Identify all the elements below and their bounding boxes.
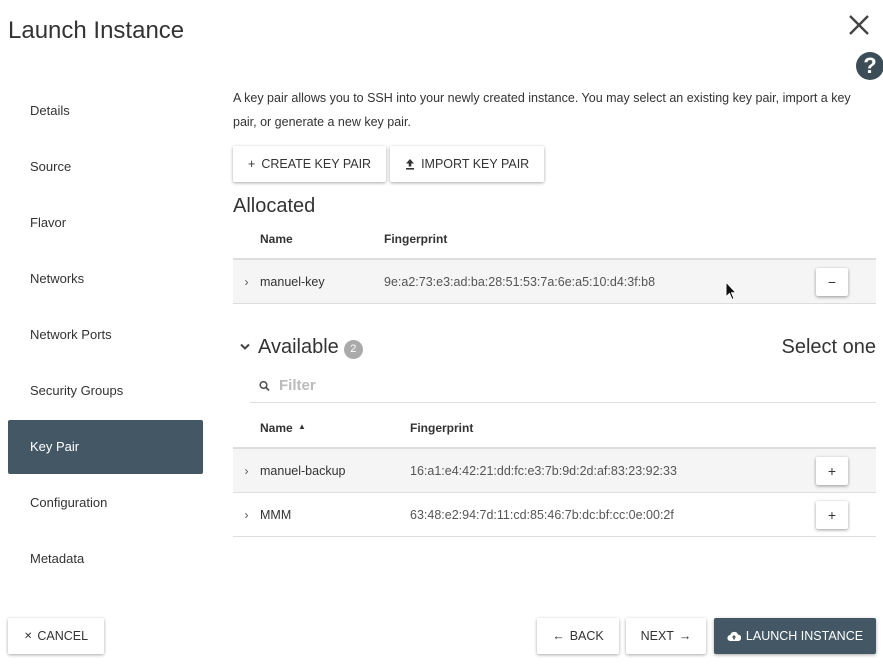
key-name: manuel-backup xyxy=(260,463,346,478)
table-row: › manuel-backup 16:a1:e4:42:21:dd:fc:e3:… xyxy=(233,449,876,493)
allocate-button[interactable]: + xyxy=(816,500,848,529)
sidebar-item-configuration[interactable]: Configuration xyxy=(8,476,203,530)
available-table: Name ▲ Fingerprint › manuel-backup 16:a1… xyxy=(233,409,876,537)
launch-instance-button[interactable]: LAUNCH INSTANCE xyxy=(714,618,876,654)
create-key-pair-button[interactable]: + CREATE KEY PAIR xyxy=(233,146,387,182)
key-name: manuel-key xyxy=(260,274,325,289)
chevron-right-icon[interactable]: › xyxy=(233,275,260,289)
available-col-fingerprint[interactable]: Fingerprint xyxy=(410,421,876,435)
key-fingerprint: 16:a1:e4:42:21:dd:fc:e3:7b:9d:2d:af:83:2… xyxy=(410,463,677,478)
back-button[interactable]: ← BACK xyxy=(537,618,619,654)
sidebar-item-key-pair[interactable]: Key Pair xyxy=(8,420,203,474)
back-label: BACK xyxy=(569,629,604,643)
select-one-hint: Select one xyxy=(781,335,876,358)
sidebar-item-security-groups[interactable]: Security Groups xyxy=(8,364,203,418)
create-key-pair-label: CREATE KEY PAIR xyxy=(261,157,372,171)
cancel-button[interactable]: ✕ CANCEL xyxy=(8,618,104,654)
import-key-pair-label: IMPORT KEY PAIR xyxy=(421,157,530,171)
cloud-upload-icon xyxy=(727,631,741,641)
sidebar-item-network-ports[interactable]: Network Ports xyxy=(8,308,203,362)
allocate-button[interactable]: + xyxy=(816,456,848,485)
cancel-label: CANCEL xyxy=(37,629,89,643)
import-key-pair-button[interactable]: IMPORT KEY PAIR xyxy=(390,146,545,182)
sidebar-item-flavor[interactable]: Flavor xyxy=(8,196,203,250)
sidebar-item-networks[interactable]: Networks xyxy=(8,252,203,306)
arrow-left-icon: ← xyxy=(552,629,565,643)
deallocate-button[interactable]: − xyxy=(816,267,848,296)
next-button[interactable]: NEXT → xyxy=(626,618,706,654)
arrow-right-icon: → xyxy=(678,629,692,643)
filter-input[interactable] xyxy=(279,377,779,394)
key-pair-actions: + CREATE KEY PAIR IMPORT KEY PAIR xyxy=(233,146,876,182)
allocated-table-header: Name Fingerprint xyxy=(233,220,876,260)
allocated-col-name[interactable]: Name xyxy=(260,232,384,246)
key-fingerprint: 63:48:e2:94:7d:11:cd:85:46:7b:dc:bf:cc:0… xyxy=(410,507,674,522)
chevron-right-icon[interactable]: › xyxy=(233,464,260,478)
allocated-col-fingerprint[interactable]: Fingerprint xyxy=(384,232,876,246)
close-icon[interactable] xyxy=(846,12,872,38)
help-icon[interactable]: ? xyxy=(856,52,883,80)
key-pair-description: A key pair allows you to SSH into your n… xyxy=(233,91,851,129)
filter-bar xyxy=(250,369,876,403)
next-label: NEXT xyxy=(640,629,674,643)
allocated-table: Name Fingerprint › manuel-key 9e:a2:73:e… xyxy=(233,220,876,304)
available-header: Available 2 Select one xyxy=(233,332,876,362)
close-icon: ✕ xyxy=(23,630,33,642)
sidebar-item-metadata[interactable]: Metadata xyxy=(8,532,203,586)
sidebar-item-details[interactable]: Details xyxy=(8,84,203,138)
table-row: › MMM 63:48:e2:94:7d:11:cd:85:46:7b:dc:b… xyxy=(233,493,876,537)
sort-asc-icon: ▲ xyxy=(298,422,306,431)
upload-icon xyxy=(406,158,415,170)
available-col-name[interactable]: Name ▲ xyxy=(260,421,410,435)
sidebar-item-source[interactable]: Source xyxy=(8,140,203,194)
plus-icon: + xyxy=(248,157,256,171)
chevron-right-icon[interactable]: › xyxy=(233,508,260,522)
available-table-header: Name ▲ Fingerprint xyxy=(233,409,876,449)
wizard-sidebar: Details Source Flavor Networks Network P… xyxy=(8,84,203,588)
modal-title: Launch Instance xyxy=(8,17,185,44)
available-col-name-label: Name xyxy=(260,421,293,435)
search-icon xyxy=(259,380,270,391)
available-heading: Available xyxy=(258,335,339,358)
launch-instance-label: LAUNCH INSTANCE xyxy=(745,629,864,643)
table-row: › manuel-key 9e:a2:73:e3:ad:ba:28:51:53:… xyxy=(233,260,876,304)
key-pair-panel: A key pair allows you to SSH into your n… xyxy=(233,86,876,537)
allocated-heading: Allocated xyxy=(233,195,316,217)
key-fingerprint: 9e:a2:73:e3:ad:ba:28:51:53:7a:6e:a5:10:d… xyxy=(384,274,656,289)
key-name: MMM xyxy=(260,507,292,522)
available-count-badge: 2 xyxy=(343,339,363,359)
chevron-down-icon[interactable] xyxy=(235,342,255,352)
